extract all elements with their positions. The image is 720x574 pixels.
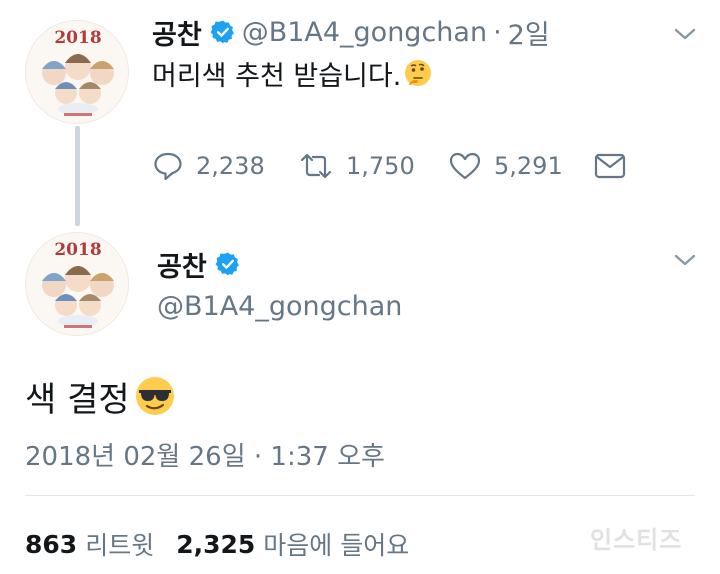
tweet-stats: 863 리트윗 2,325 마음에 들어요 <box>25 526 409 562</box>
retweet-button[interactable]: 1,750 <box>298 146 415 186</box>
retweet-icon <box>300 153 332 179</box>
like-total[interactable]: 2,325 <box>176 530 255 559</box>
tweet-text: 색 결정 <box>25 372 176 420</box>
reply-button[interactable]: 2,238 <box>152 146 265 186</box>
tweet-timestamp[interactable]: 2018년 02월 26일 · 1:37 오후 <box>25 436 385 472</box>
user-handle[interactable]: @B1A4_gongchan <box>242 17 487 48</box>
tweet-actions: 2,238 1,750 5,291 <box>152 146 672 186</box>
chevron-down-icon[interactable] <box>673 252 697 268</box>
direct-message-button[interactable] <box>594 146 626 186</box>
avatar[interactable]: 2018 <box>25 232 129 336</box>
thread-line <box>75 126 80 226</box>
thinking-face-emoji <box>403 58 433 88</box>
verified-badge-icon <box>215 251 241 277</box>
separator-dot: · <box>493 16 502 48</box>
divider <box>25 495 695 496</box>
like-count: 5,291 <box>494 152 563 180</box>
like-icon <box>449 152 481 180</box>
verified-badge-icon <box>210 19 236 45</box>
chevron-down-icon[interactable] <box>673 26 697 42</box>
direct-message-icon <box>594 153 626 179</box>
tweet-text-body: 색 결정 <box>25 379 130 420</box>
display-name[interactable]: 공찬 <box>157 245 207 284</box>
user-handle[interactable]: @B1A4_gongchan <box>157 288 402 324</box>
tweet-thread: 2018 공찬 @B1A4_gongchan · 2일 머리색 추천 받습니다.… <box>0 0 720 574</box>
avatar[interactable]: 2018 <box>25 20 129 124</box>
retweet-total[interactable]: 863 <box>25 530 77 559</box>
tweet-header: 공찬 <box>157 244 247 284</box>
watermark: 인스티즈 <box>590 526 683 554</box>
sunglasses-face-emoji <box>134 375 176 417</box>
tweet-text-body: 머리색 추천 받습니다. <box>152 60 402 92</box>
avatar-caption: 2018 <box>54 240 101 260</box>
tweet-text: 머리색 추천 받습니다. <box>152 54 433 92</box>
tweet-header: 공찬 @B1A4_gongchan · 2일 <box>152 13 550 52</box>
tweet-time[interactable]: 2일 <box>508 13 550 52</box>
reply-icon <box>154 152 182 181</box>
retweet-count: 1,750 <box>346 152 415 180</box>
retweet-label[interactable]: 리트윗 <box>85 526 154 562</box>
avatar-caption: 2018 <box>54 28 101 48</box>
like-label[interactable]: 마음에 들어요 <box>263 526 409 562</box>
display-name[interactable]: 공찬 <box>152 13 202 52</box>
like-button[interactable]: 5,291 <box>448 146 563 186</box>
reply-count: 2,238 <box>196 152 265 180</box>
